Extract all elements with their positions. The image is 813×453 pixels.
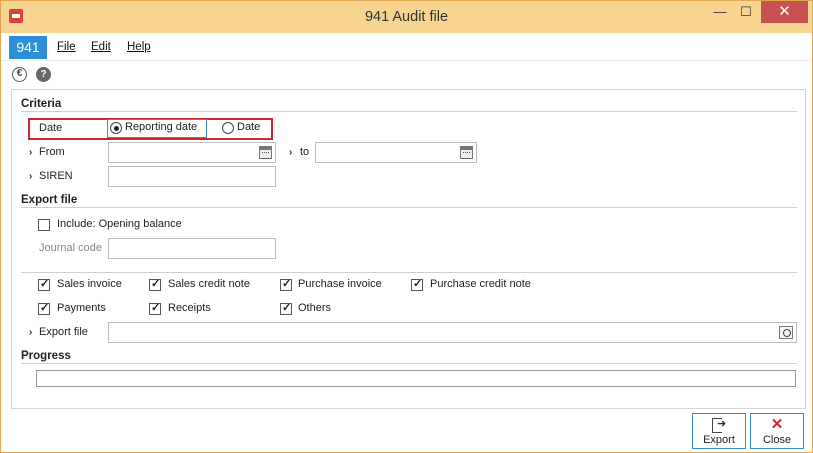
purchase-invoice-checkbox[interactable] xyxy=(280,277,292,291)
include-opening-label[interactable]: Include: Opening balance xyxy=(57,218,182,230)
purchase-invoice-label[interactable]: Purchase invoice xyxy=(298,278,382,290)
close-window-button[interactable]: ✕ xyxy=(761,1,808,23)
purchase-credit-note-label[interactable]: Purchase credit note xyxy=(430,278,531,290)
from-date-input[interactable] xyxy=(108,142,276,163)
sales-invoice-checkbox[interactable] xyxy=(38,277,50,291)
export-file-input[interactable] xyxy=(108,322,797,343)
options-divider xyxy=(21,272,797,273)
audit-file-window: 941 Audit file — ☐ ✕ 941 File Edit Help … xyxy=(0,0,813,453)
menu-file[interactable]: File xyxy=(57,41,76,53)
menu-bar: 941 File Edit Help xyxy=(1,33,812,61)
close-button[interactable]: ✕ Close xyxy=(750,413,804,449)
maximize-button[interactable]: ☐ xyxy=(733,1,759,23)
reporting-date-radio[interactable] xyxy=(110,122,122,134)
menu-help-label: Help xyxy=(127,41,151,53)
siren-input[interactable] xyxy=(108,166,276,187)
menu-edit[interactable]: Edit xyxy=(91,41,111,53)
export-icon xyxy=(712,417,726,433)
menu-file-label: File xyxy=(57,41,76,53)
close-icon: ✕ xyxy=(770,416,784,433)
to-label: to xyxy=(300,146,310,158)
from-chevron-icon: › xyxy=(29,147,33,158)
export-heading: Export file xyxy=(21,194,78,206)
criteria-heading: Criteria xyxy=(21,98,62,110)
progress-bar xyxy=(36,370,796,387)
date-label: Date xyxy=(39,122,63,134)
minimize-button[interactable]: — xyxy=(707,1,733,23)
close-button-label: Close xyxy=(762,434,792,446)
journal-code-label: Journal code xyxy=(39,242,102,254)
include-opening-checkbox[interactable] xyxy=(38,219,50,231)
calendar-icon[interactable] xyxy=(259,146,272,159)
payments-checkbox[interactable] xyxy=(38,301,50,315)
date-radio-label[interactable]: Date xyxy=(237,121,260,133)
sales-credit-note-label[interactable]: Sales credit note xyxy=(168,278,250,290)
purchase-credit-note-checkbox[interactable] xyxy=(411,277,423,291)
others-checkbox[interactable] xyxy=(280,301,292,315)
export-divider xyxy=(21,207,797,208)
progress-heading: Progress xyxy=(21,350,71,362)
siren-chevron-icon: › xyxy=(29,171,33,182)
payments-label[interactable]: Payments xyxy=(57,302,106,314)
to-chevron-icon: › xyxy=(289,147,293,158)
euro-icon[interactable]: € xyxy=(12,67,27,82)
calendar-icon[interactable] xyxy=(460,146,473,159)
menu-code-badge[interactable]: 941 xyxy=(9,36,47,59)
date-radio[interactable] xyxy=(222,122,234,134)
window-title: 941 Audit file xyxy=(364,9,449,25)
siren-label: SIREN xyxy=(39,170,73,182)
sales-invoice-label[interactable]: Sales invoice xyxy=(57,278,122,290)
receipts-label[interactable]: Receipts xyxy=(168,302,211,314)
to-date-input[interactable] xyxy=(315,142,477,163)
browse-folder-icon[interactable] xyxy=(779,326,793,339)
help-icon[interactable]: ? xyxy=(36,67,51,82)
receipts-checkbox[interactable] xyxy=(149,301,161,315)
sales-credit-note-checkbox[interactable] xyxy=(149,277,161,291)
from-label: From xyxy=(39,146,65,158)
export-file-label: Export file xyxy=(39,326,88,338)
export-file-chevron-icon: › xyxy=(29,327,33,338)
others-label[interactable]: Others xyxy=(298,302,331,314)
reporting-date-label[interactable]: Reporting date xyxy=(125,121,197,133)
criteria-divider xyxy=(21,111,797,112)
journal-code-input[interactable] xyxy=(108,238,276,259)
export-button[interactable]: Export xyxy=(692,413,746,449)
progress-divider xyxy=(21,363,797,364)
menu-help[interactable]: Help xyxy=(127,41,151,53)
title-bar: 941 Audit file — ☐ ✕ xyxy=(1,1,812,33)
menu-edit-label: Edit xyxy=(91,41,111,53)
export-button-label: Export xyxy=(703,434,735,446)
